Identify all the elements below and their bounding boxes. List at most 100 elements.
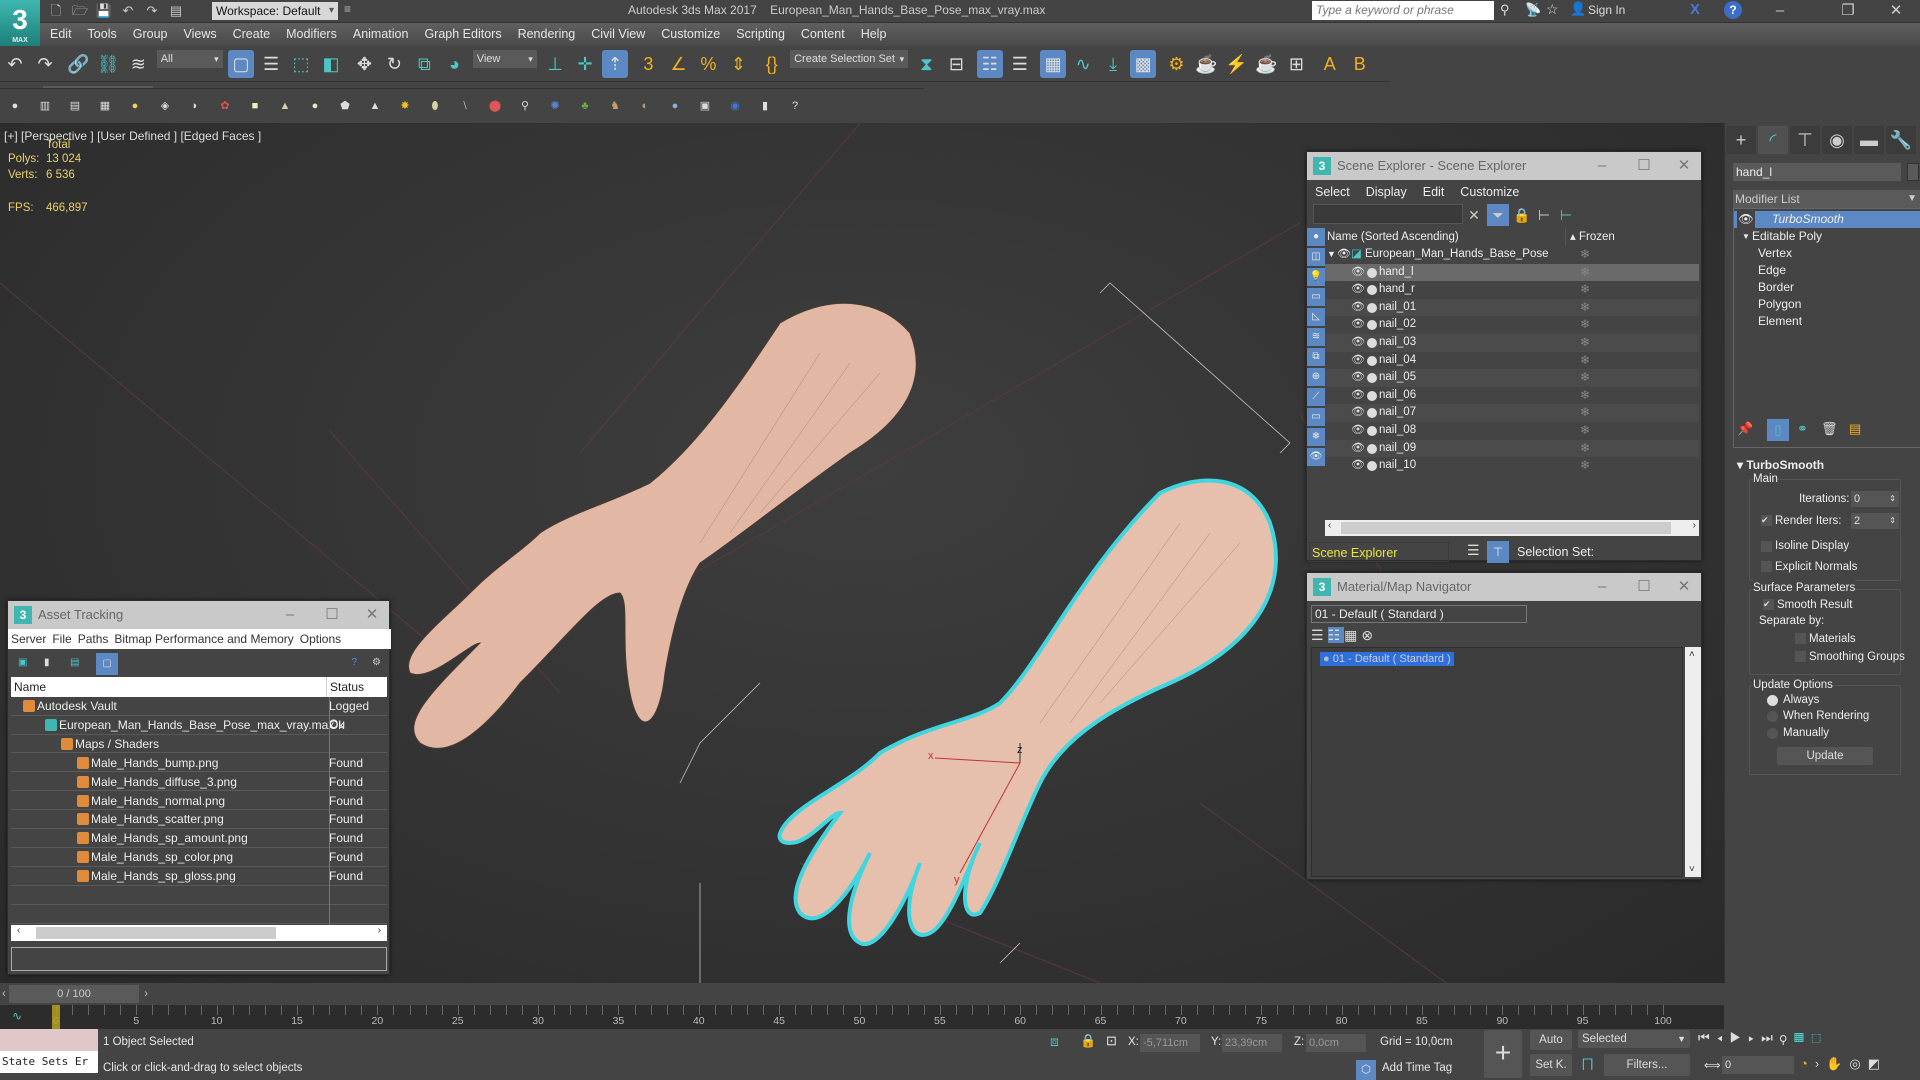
binoculars-icon[interactable]: ⚲ [1500,2,1510,18]
help-icon[interactable]: ? [1724,1,1742,19]
page-icon[interactable]: ▥ [34,92,56,120]
key-filters-button[interactable]: Filters... [1604,1054,1690,1076]
z-coordinate-field[interactable]: 0,0cm [1306,1034,1366,1052]
render-dot-icon[interactable] [1367,390,1377,401]
maximize-button[interactable]: ☐ [1629,152,1659,180]
render-iters-checkbox[interactable]: ✔ [1761,515,1772,526]
stack-item-polygon[interactable]: Polygon [1734,296,1920,313]
explorer-type-dropdown[interactable]: Scene Explorer [1309,542,1449,562]
smooth-result-checkbox[interactable]: ✔ [1763,599,1774,610]
asset-row[interactable]: Male_Hands_normal.png Found [11,792,387,811]
render-dot-icon[interactable] [1367,338,1377,348]
eye-icon[interactable]: 👁 [1351,299,1365,317]
render-dot-icon[interactable] [1367,302,1377,313]
tape-icon[interactable]: ⧵ [454,92,476,120]
smoothing-groups-checkbox[interactable] [1795,651,1806,662]
sign-in-button[interactable]: Sign In [1588,3,1625,17]
close-button[interactable]: ✕ [1669,152,1699,180]
snaps-toggle-icon[interactable]: 3 [635,50,661,78]
scroll-down-icon[interactable]: ˅ [1689,864,1695,875]
pin-stack-icon[interactable]: 📌 [1737,421,1753,437]
tree-view-icon[interactable]: ▤ [70,657,79,668]
render-production-icon[interactable]: ⚡ [1223,50,1249,78]
viewport-edged-faces-menu[interactable]: [Edged Faces ] [180,129,261,143]
list-view-icon[interactable]: ☰ [1311,627,1328,643]
scene-explorer-titlebar[interactable]: 3 Scene Explorer - Scene Explorer – ☐ ✕ [1307,152,1701,180]
previous-frame-icon[interactable]: ‹ [2,986,6,1000]
scroll-thumb[interactable] [1341,522,1671,534]
menu-animation[interactable]: Animation [345,23,417,46]
se-object-row[interactable]: 👁 nail_09 ❄ [1325,439,1699,458]
play-icon[interactable]: ▶ [1730,1030,1749,1045]
open-file-icon[interactable]: 🗁 [71,2,89,20]
col-status[interactable]: Status [326,677,364,697]
teapot-icon[interactable]: ● [4,92,26,120]
render-in-cloud-icon[interactable]: ⊞ [1283,50,1309,78]
box-icon[interactable]: ■ [244,92,266,120]
menu-scripting[interactable]: Scripting [728,23,793,46]
map-icon[interactable]: ▣ [694,92,716,120]
frozen-icon[interactable]: ❄ [1580,422,1590,440]
scroll-left-icon[interactable]: ‹ [17,925,20,936]
toggle-ribbon-icon[interactable]: ▦ [1040,50,1067,78]
menu-customize[interactable]: Customize [653,23,728,46]
maximize-button[interactable]: ☐ [1629,573,1659,601]
minimize-button[interactable]: – [1587,152,1617,180]
display-tab-icon[interactable]: ▬ [1854,126,1884,154]
align-icon[interactable]: ⊟ [943,50,969,78]
asset-row[interactable]: Male_Hands_sp_color.png Found [11,848,387,867]
user-icon[interactable]: 👤 [1570,1,1586,17]
rig-icon[interactable]: ⚲ [514,92,536,120]
asset-row[interactable] [11,905,387,924]
frozen-icon[interactable]: ❄ [1580,281,1590,299]
motion-tab-icon[interactable]: ◉ [1822,126,1852,154]
render-dot-icon[interactable] [1367,443,1377,454]
zoom-icon[interactable]: ⚲ [1780,1030,1794,1045]
maximize-button[interactable]: ☐ [317,601,347,629]
workspace-dropdown[interactable]: Workspace: Default [212,2,338,20]
scroll-thumb[interactable] [36,927,276,939]
at-menu-server[interactable]: Server [11,632,46,646]
placement-icon[interactable]: ◕ [441,50,467,78]
render-iterative-icon[interactable]: ☕ [1253,50,1279,78]
key-mode-toggle-icon[interactable]: ⟺ [1704,1058,1721,1072]
customize-qat-icon[interactable]: ≡ [344,2,351,16]
egg-icon[interactable]: ⬮ [424,92,446,120]
asset-row[interactable]: Male_Hands_sp_amount.png Found [11,829,387,848]
frozen-icon[interactable]: ❄ [1580,316,1590,334]
eye-icon[interactable]: 👁 [1351,264,1365,282]
list-icon[interactable]: ▤ [64,92,86,120]
bone-icon[interactable]: ⬤ [484,92,506,120]
frozen-icon[interactable]: ❄ [1580,369,1590,387]
scale-icon[interactable]: ⧉ [411,50,437,78]
select-manipulate-icon[interactable]: ✛ [572,50,598,78]
materials-checkbox[interactable] [1795,633,1806,644]
menu-tools[interactable]: Tools [80,23,125,46]
modifier-list-dropdown[interactable]: Modifier List ▼ [1733,190,1920,208]
default-tangent-icon[interactable]: ⨅ [1582,1056,1593,1073]
next-frame-icon[interactable]: › [144,986,148,1000]
close-button[interactable]: ✕ [1669,573,1699,601]
render-dot-icon[interactable] [1367,267,1377,278]
render-dot-icon[interactable] [1367,408,1377,419]
pyramid-icon[interactable]: ▲ [364,92,386,120]
utilities-tab-icon[interactable]: 🔧 [1886,126,1916,154]
pivot-center-icon[interactable]: ⊥ [542,50,568,78]
frozen-icon[interactable]: ❄ [1580,440,1590,458]
menu-content[interactable]: Content [793,23,853,46]
asset-tracking-titlebar[interactable]: 3 Asset Tracking – ☐ ✕ [8,601,389,629]
render-iters-spinner[interactable]: 2 ⇕ [1851,513,1899,529]
isoline-checkbox[interactable] [1761,541,1772,552]
selection-filter-dropdown[interactable]: All [156,50,223,68]
spinner-arrows-icon[interactable]: ⇕ [1889,513,1896,529]
pan-icon[interactable]: ✋ [1826,1056,1849,1071]
schematic-view-icon[interactable]: ⤓ [1100,50,1126,78]
manually-radio[interactable] [1767,728,1778,739]
search-input[interactable]: Type a keyword or phrase [1312,1,1494,20]
se-object-row[interactable]: 👁 nail_02 ❄ [1325,316,1699,334]
go-to-start-icon[interactable]: ⏮ [1698,1030,1717,1045]
bind-space-warp-icon[interactable]: ≋ [125,50,151,78]
se-menu-select[interactable]: Select [1307,180,1358,204]
layer-explorer-icon[interactable]: ☰ [1007,50,1033,78]
material-list-scrollbar[interactable]: ˄ ˅ [1685,647,1701,877]
